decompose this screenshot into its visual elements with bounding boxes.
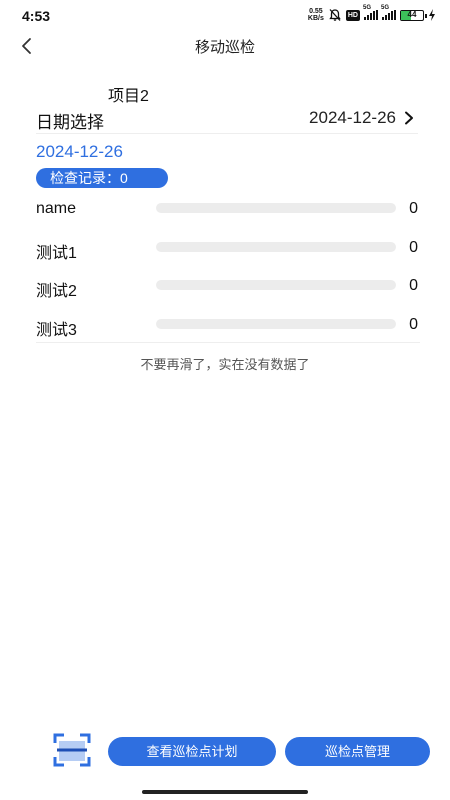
mute-icon bbox=[328, 8, 342, 22]
project-name: 项目2 bbox=[108, 88, 149, 105]
charging-icon bbox=[428, 9, 436, 21]
item-name: 测试3 bbox=[36, 321, 77, 339]
item-count: 0 bbox=[409, 200, 418, 217]
list-item[interactable]: 测试2 0 bbox=[36, 273, 420, 312]
item-name: name bbox=[36, 200, 77, 217]
item-progress-bar bbox=[156, 280, 396, 290]
signal-icon: 5G bbox=[363, 5, 378, 20]
inspection-item-list: name 0 测试1 0 测试2 0 测试3 0 bbox=[36, 196, 420, 350]
end-of-list-text: 不要再滑了，实在没有数据了 bbox=[140, 357, 310, 372]
network-speed: 0.55 KB/s bbox=[308, 8, 324, 22]
status-bar: 4:53 0.55 KB/s HD 5G 5G 44 bbox=[0, 0, 450, 32]
selected-date: 2024-12-26 bbox=[36, 142, 123, 161]
item-name: 测试1 bbox=[36, 244, 77, 262]
item-count: 0 bbox=[409, 315, 418, 333]
sim1-label: 5G bbox=[363, 5, 372, 11]
divider bbox=[36, 342, 420, 343]
sim2-label: 5G bbox=[381, 5, 390, 11]
item-count: 0 bbox=[409, 277, 418, 294]
network-speed-value: 0.55 bbox=[309, 8, 323, 15]
item-count: 0 bbox=[409, 238, 418, 256]
record-count-badge: 检查记录：0 bbox=[36, 168, 168, 188]
signal-icon: 5G bbox=[381, 5, 396, 20]
item-name: 测试2 bbox=[36, 283, 77, 300]
page-title: 移动巡检 bbox=[194, 39, 255, 56]
view-plan-button[interactable]: 查看巡检点计划 bbox=[108, 737, 276, 766]
chevron-right-icon bbox=[405, 111, 413, 125]
status-time: 4:53 bbox=[22, 8, 51, 24]
battery-percent: 44 bbox=[407, 10, 417, 19]
item-progress-bar bbox=[156, 318, 396, 329]
list-item[interactable]: 测试3 0 bbox=[36, 312, 420, 351]
list-item[interactable]: 测试1 0 bbox=[36, 235, 420, 274]
list-item[interactable]: name 0 bbox=[36, 196, 420, 235]
nav-bar: 移动巡检 bbox=[0, 30, 450, 62]
battery-icon: 44 bbox=[400, 9, 427, 21]
date-picker-row[interactable]: 日期选择 2024-12-26 bbox=[36, 104, 418, 134]
item-progress-bar bbox=[156, 241, 396, 252]
date-picker-label: 日期选择 bbox=[36, 113, 104, 132]
date-picker-value[interactable]: 2024-12-26 bbox=[309, 108, 396, 128]
item-progress-bar bbox=[156, 203, 396, 213]
status-icons: 0.55 KB/s HD 5G 5G 44 bbox=[308, 5, 436, 22]
manage-points-button[interactable]: 巡检点管理 bbox=[285, 737, 430, 766]
network-speed-unit: KB/s bbox=[307, 15, 324, 22]
scan-button[interactable] bbox=[53, 733, 91, 767]
scan-icon bbox=[53, 733, 91, 767]
hd-icon: HD bbox=[345, 9, 360, 21]
home-indicator[interactable] bbox=[142, 790, 308, 794]
